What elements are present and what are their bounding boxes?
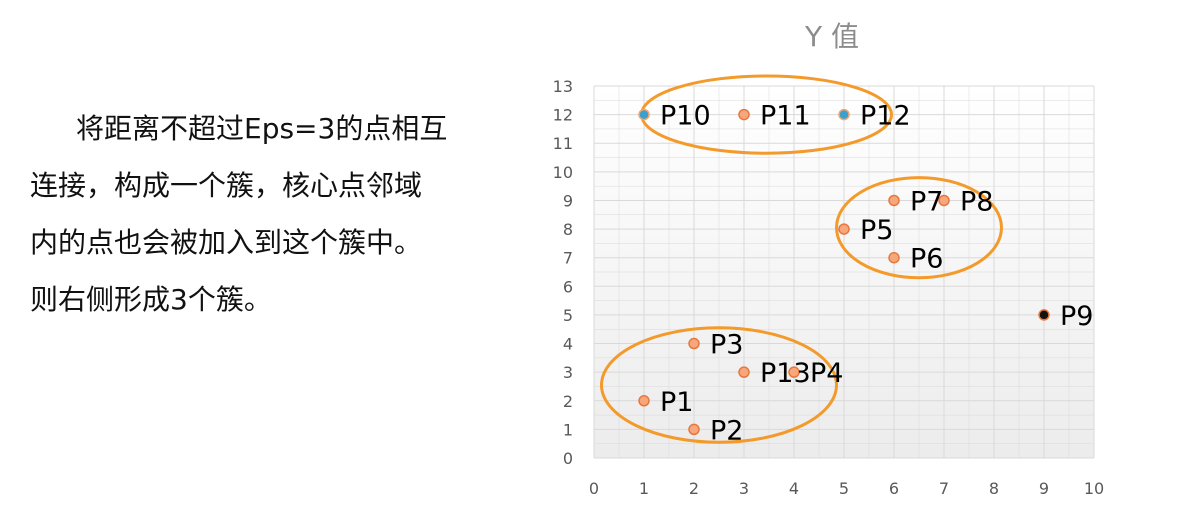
point-label-p11: P11 (760, 101, 811, 132)
point-label-p2: P2 (710, 415, 743, 446)
y-tick-label: 1 (563, 420, 573, 439)
y-tick-label: 7 (563, 249, 573, 268)
x-tick-label: 5 (839, 479, 849, 498)
x-tick-label: 1 (639, 479, 649, 498)
point-label-p6: P6 (910, 244, 943, 275)
y-tick-label: 2 (563, 392, 573, 411)
y-tick-label: 10 (553, 163, 573, 182)
point-label-p9: P9 (1060, 301, 1093, 332)
data-point-p11 (738, 108, 750, 121)
point-label-p1: P1 (660, 387, 693, 418)
y-tick-label: 3 (563, 363, 573, 382)
x-tick-label: 4 (789, 479, 799, 498)
point-label-p4: P4 (810, 358, 843, 389)
x-tick-label: 9 (1039, 479, 1049, 498)
point-label-p12: P12 (860, 101, 911, 132)
y-tick-label: 9 (563, 191, 573, 210)
point-label-p13: P13 (760, 358, 811, 389)
data-point-p3 (688, 337, 700, 350)
data-point-p7 (888, 194, 900, 207)
chart-title: Y 值 (804, 20, 859, 53)
point-label-p5: P5 (860, 215, 893, 246)
y-tick-label: 6 (563, 277, 573, 296)
data-point-p6 (888, 251, 900, 264)
data-point-p12 (838, 108, 850, 121)
x-tick-label: 0 (589, 479, 599, 498)
y-tick-label: 12 (553, 106, 573, 125)
y-tick-label: 8 (563, 220, 573, 239)
y-tick-label: 5 (563, 306, 573, 325)
data-point-p2 (688, 423, 700, 436)
data-point-p5 (838, 223, 850, 235)
point-label-p8: P8 (960, 186, 993, 217)
point-label-p3: P3 (710, 330, 743, 361)
y-tick-label: 11 (553, 134, 573, 153)
x-tick-label: 10 (1084, 479, 1104, 498)
x-tick-label: 2 (689, 479, 699, 498)
point-label-p7: P7 (910, 186, 943, 217)
x-tick-label: 3 (739, 479, 749, 498)
data-point-p1 (638, 395, 650, 407)
data-point-p10 (638, 108, 650, 121)
y-tick-label: 13 (553, 77, 573, 96)
x-tick-label: 6 (889, 479, 899, 498)
x-tick-label: 8 (989, 479, 999, 498)
data-point-p9 (1038, 309, 1050, 321)
y-tick-label: 0 (563, 449, 573, 468)
point-label-p10: P10 (660, 101, 711, 132)
data-point-p13 (738, 366, 750, 378)
x-tick-label: 7 (939, 479, 949, 498)
scatter-chart: Y 值 0 1 2 3 4 5 6 7 8 9 10012345678910111213 P1P2P… (553, 20, 1105, 498)
y-tick-label: 4 (563, 335, 573, 354)
